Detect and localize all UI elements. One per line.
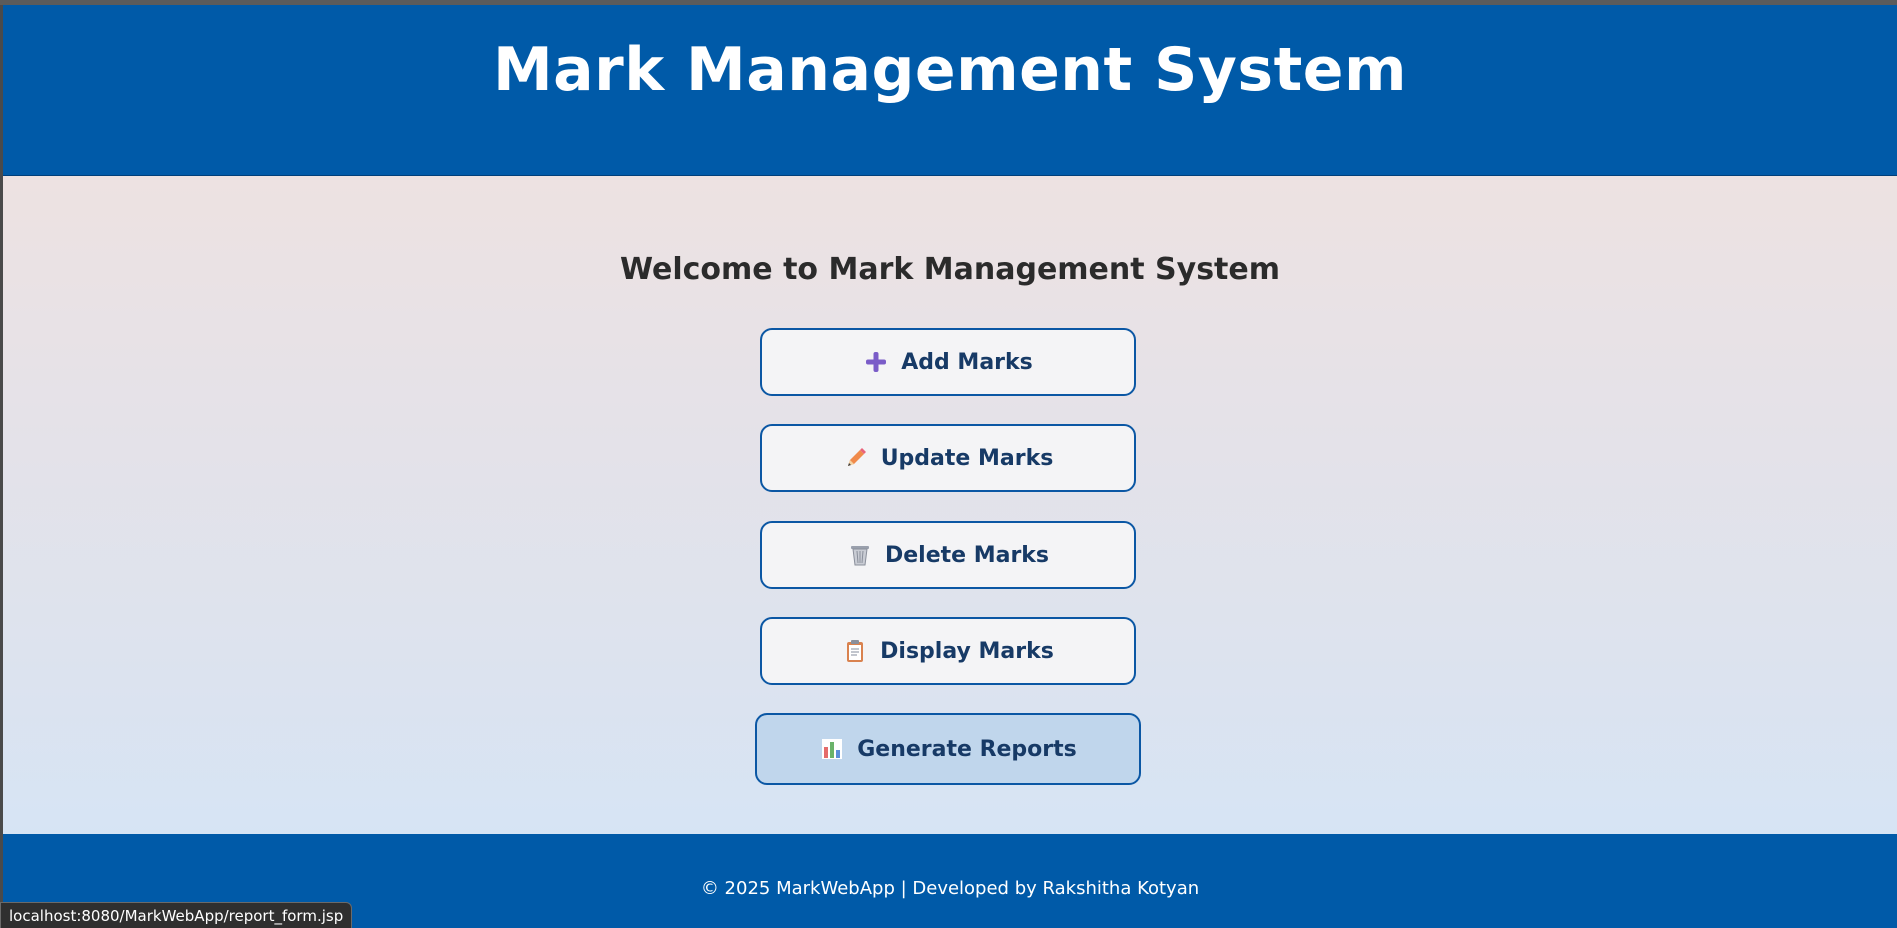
welcome-heading: Welcome to Mark Management System bbox=[619, 252, 1280, 287]
wastebasket-icon bbox=[847, 542, 873, 568]
clipboard-icon bbox=[842, 638, 868, 664]
display-marks-button[interactable]: Display Marks bbox=[760, 617, 1136, 685]
header-banner: Mark Management System bbox=[3, 5, 1897, 176]
browser-status-url: localhost:8080/MarkWebApp/report_form.js… bbox=[0, 902, 353, 928]
bar-chart-icon bbox=[819, 736, 845, 762]
add-marks-label: Add Marks bbox=[901, 349, 1033, 375]
footer-text: © 2025 MarkWebApp | Developed by Rakshit… bbox=[700, 878, 1200, 899]
pencil-icon bbox=[843, 445, 869, 471]
generate-reports-button[interactable]: Generate Reports bbox=[755, 713, 1141, 785]
add-marks-button[interactable]: Add Marks bbox=[760, 328, 1136, 396]
page-window: Mark Management System Welcome to Mark M… bbox=[3, 5, 1897, 928]
update-marks-button[interactable]: Update Marks bbox=[760, 424, 1136, 492]
update-marks-label: Update Marks bbox=[880, 445, 1054, 471]
generate-reports-label: Generate Reports bbox=[857, 736, 1077, 762]
display-marks-label: Display Marks bbox=[880, 638, 1054, 664]
plus-icon bbox=[863, 349, 889, 375]
delete-marks-button[interactable]: Delete Marks bbox=[760, 521, 1136, 589]
app-title: Mark Management System bbox=[492, 35, 1408, 105]
delete-marks-label: Delete Marks bbox=[884, 542, 1050, 568]
